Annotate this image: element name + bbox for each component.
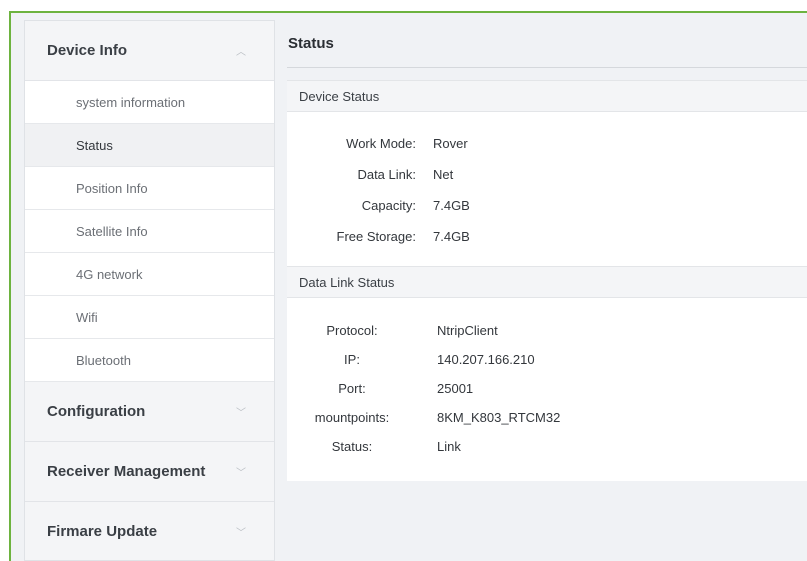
row-label: Data Link: [357,167,416,182]
main-content: Status Device Status Work Mode: Rover Da… [287,20,807,561]
row-label: Capacity: [361,198,416,213]
sidebar-group-label: Receiver Management [47,463,206,480]
chevron-down-icon: ﹀ [236,528,246,539]
sidebar: Device Info ︿ system information Status … [24,20,275,561]
device-status-rows: Work Mode: Rover Data Link: Net Capacity… [287,112,807,266]
row-label: Port: [338,381,366,396]
row-label: mountpoints: [314,410,390,425]
sidebar-item-system-information[interactable]: system information [25,81,274,124]
info-row-mountpoints: mountpoints: 8KM_K803_RTCM32 [287,403,807,432]
sidebar-group-firmware-update[interactable]: Firmare Update ﹀ [25,502,274,561]
sidebar-item-label: Status [76,137,113,153]
row-label: Work Mode: [346,136,416,151]
row-value: Link [437,439,461,454]
sidebar-group-device-info[interactable]: Device Info ︿ [25,21,274,81]
row-value: NtripClient [437,323,498,338]
sidebar-item-position-info[interactable]: Position Info [25,167,274,210]
sidebar-group-configuration[interactable]: Configuration ﹀ [25,382,274,442]
sidebar-item-label: Wifi [76,309,98,325]
sidebar-item-satellite-info[interactable]: Satellite Info [25,210,274,253]
sidebar-group-label: Firmare Update [47,523,158,540]
row-value: 8KM_K803_RTCM32 [437,410,561,425]
device-status-panel: Device Status Work Mode: Rover Data Link… [287,80,807,266]
sidebar-group-label: Device Info [47,42,128,59]
row-value: Net [433,167,454,182]
chevron-down-icon: ﹀ [236,408,246,419]
data-link-status-panel: Data Link Status Protocol: NtripClient I… [287,266,807,481]
sidebar-item-label: system information [76,94,186,110]
row-value: 140.207.166.210 [437,352,535,367]
info-row-protocol: Protocol: NtripClient [287,316,807,345]
page-title: Status [287,20,807,68]
sidebar-item-wifi[interactable]: Wifi [25,296,274,339]
sidebar-item-status[interactable]: Status [25,124,274,167]
info-row-status: Status: Link [287,432,807,461]
panel-heading: Data Link Status [287,266,807,298]
info-row-free-storage: Free Storage: 7.4GB [287,221,807,252]
sidebar-item-label: Bluetooth [76,352,131,368]
sidebar-item-4g-network[interactable]: 4G network [25,253,274,296]
info-row-work-mode: Work Mode: Rover [287,128,807,159]
chevron-down-icon: ﹀ [236,468,246,479]
row-value: 7.4GB [433,229,470,244]
info-row-data-link: Data Link: Net [287,159,807,190]
sidebar-item-label: Position Info [76,180,148,196]
row-value: Rover [433,136,468,151]
sidebar-item-label: Satellite Info [76,223,148,239]
row-label: Status: [331,439,373,454]
chevron-up-icon: ︿ [236,47,246,58]
info-row-ip: IP: 140.207.166.210 [287,345,807,374]
sidebar-item-bluetooth[interactable]: Bluetooth [25,339,274,382]
info-row-port: Port: 25001 [287,374,807,403]
row-label: IP: [344,352,360,367]
row-label: Protocol: [326,323,378,338]
info-row-capacity: Capacity: 7.4GB [287,190,807,221]
row-value: 7.4GB [433,198,470,213]
row-label: Free Storage: [336,229,417,244]
row-value: 25001 [437,381,474,396]
data-link-rows: Protocol: NtripClient IP: 140.207.166.21… [287,298,807,481]
sidebar-group-label: Configuration [47,403,146,420]
sidebar-group-receiver-management[interactable]: Receiver Management ﹀ [25,442,274,502]
panel-heading: Device Status [287,80,807,112]
sidebar-item-label: 4G network [76,266,143,282]
